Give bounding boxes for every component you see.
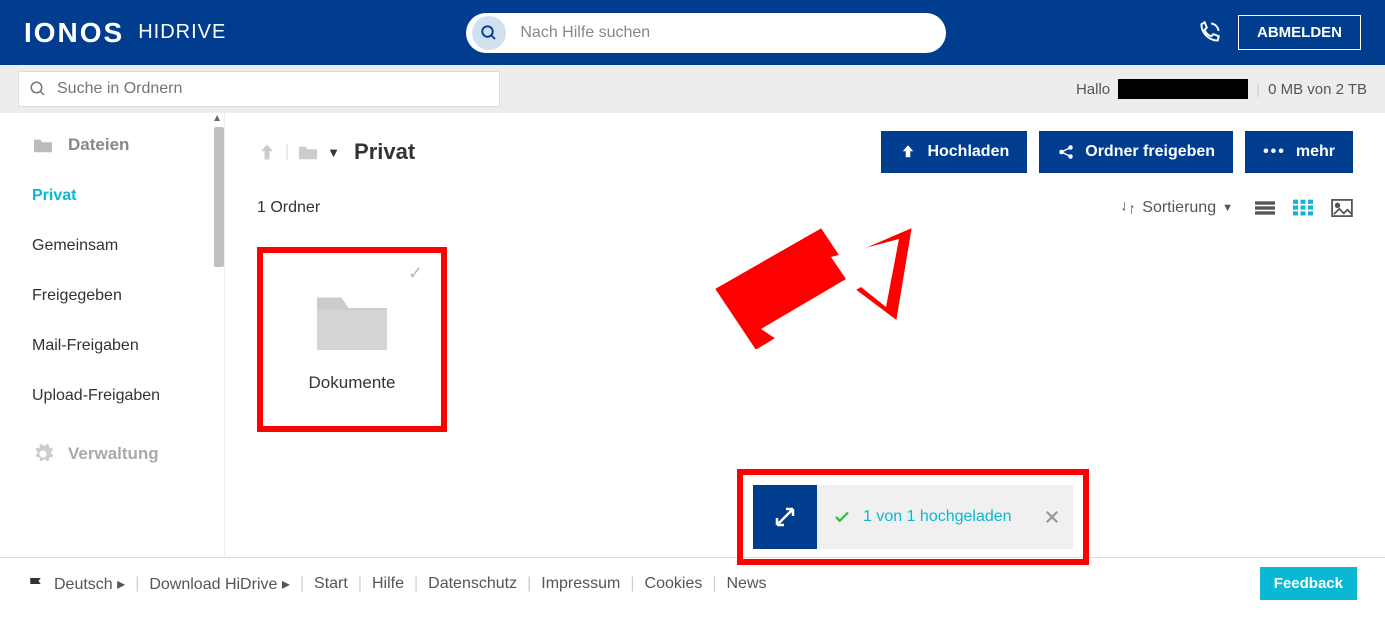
footer-link-hilfe[interactable]: Hilfe bbox=[372, 575, 404, 593]
logo-main: IONOS bbox=[24, 17, 124, 49]
feedback-button[interactable]: Feedback bbox=[1260, 567, 1357, 600]
close-icon[interactable] bbox=[1043, 508, 1061, 526]
subheader: Hallo | 0 MB von 2 TB bbox=[0, 65, 1385, 113]
sidebar-section-admin[interactable]: Verwaltung bbox=[0, 421, 224, 481]
footer-link-cookies[interactable]: Cookies bbox=[645, 575, 703, 593]
search-icon[interactable] bbox=[472, 16, 506, 50]
sidebar-item-gemeinsam[interactable]: Gemeinsam bbox=[0, 221, 224, 271]
share-folder-button[interactable]: Ordner freigeben bbox=[1039, 131, 1233, 173]
annotation-arrow bbox=[701, 219, 931, 349]
username-redacted bbox=[1118, 79, 1248, 99]
check-icon: ✓ bbox=[408, 263, 423, 284]
sort-button[interactable]: Sortierung ▼ bbox=[1120, 199, 1233, 217]
sidebar-item-freigegeben[interactable]: Freigegeben bbox=[0, 271, 224, 321]
chevron-down-icon[interactable]: ▼ bbox=[327, 145, 340, 160]
scrollbar[interactable] bbox=[214, 127, 224, 267]
upload-toast-text: 1 von 1 hochgeladen bbox=[863, 508, 1012, 526]
sidebar-item-privat[interactable]: Privat bbox=[0, 171, 224, 221]
folder-tile-dokumente[interactable]: ✓ Dokumente bbox=[257, 247, 447, 432]
more-button[interactable]: ••• mehr bbox=[1245, 131, 1353, 173]
app-header: IONOS HIDRIVE ABMELDEN bbox=[0, 0, 1385, 65]
sidebar: ▲ Dateien Privat Gemeinsam Freigegeben M… bbox=[0, 113, 225, 557]
scroll-up-icon[interactable]: ▲ bbox=[212, 113, 222, 124]
sidebar-item-upload-freigaben[interactable]: Upload-Freigaben bbox=[0, 371, 224, 421]
footer-link-datenschutz[interactable]: Datenschutz bbox=[428, 575, 517, 593]
storage-label: 0 MB von 2 TB bbox=[1268, 81, 1367, 98]
sidebar-section-files[interactable]: Dateien bbox=[0, 113, 224, 171]
list-view-icon[interactable] bbox=[1255, 199, 1275, 217]
folder-icon bbox=[309, 287, 395, 357]
folder-icon bbox=[297, 143, 319, 161]
logo-sub: HIDRIVE bbox=[138, 21, 226, 44]
phone-icon[interactable] bbox=[1196, 20, 1222, 46]
help-search-input[interactable] bbox=[520, 24, 900, 42]
folder-count: 1 Ordner bbox=[257, 199, 320, 217]
upload-button[interactable]: Hochladen bbox=[881, 131, 1027, 173]
upload-toast: 1 von 1 hochgeladen bbox=[737, 469, 1089, 565]
breadcrumb: | ▼ Privat bbox=[257, 139, 415, 165]
image-view-icon[interactable] bbox=[1331, 199, 1353, 217]
grid-view-icon[interactable] bbox=[1293, 199, 1313, 217]
flag-icon bbox=[28, 576, 46, 592]
help-search[interactable] bbox=[466, 13, 946, 53]
folder-search[interactable] bbox=[18, 71, 500, 107]
footer-link-start[interactable]: Start bbox=[314, 575, 348, 593]
expand-button[interactable] bbox=[753, 485, 817, 549]
folder-search-input[interactable] bbox=[57, 80, 477, 98]
success-check-icon bbox=[833, 508, 851, 526]
breadcrumb-current: Privat bbox=[354, 139, 415, 165]
up-arrow-icon[interactable] bbox=[257, 141, 277, 163]
download-link[interactable]: Download HiDrive ▸ bbox=[149, 574, 290, 594]
sidebar-item-mail-freigaben[interactable]: Mail-Freigaben bbox=[0, 321, 224, 371]
footer: Deutsch ▸ | Download HiDrive ▸ | Start |… bbox=[0, 557, 1385, 609]
folder-name: Dokumente bbox=[309, 373, 396, 393]
greeting-label: Hallo bbox=[1076, 81, 1110, 98]
logout-button[interactable]: ABMELDEN bbox=[1238, 15, 1361, 50]
content-area: | ▼ Privat Hochladen Ordner freigeben ••… bbox=[225, 113, 1385, 557]
language-link[interactable]: Deutsch ▸ bbox=[54, 574, 125, 594]
footer-link-impressum[interactable]: Impressum bbox=[541, 575, 620, 593]
footer-link-news[interactable]: News bbox=[727, 575, 767, 593]
